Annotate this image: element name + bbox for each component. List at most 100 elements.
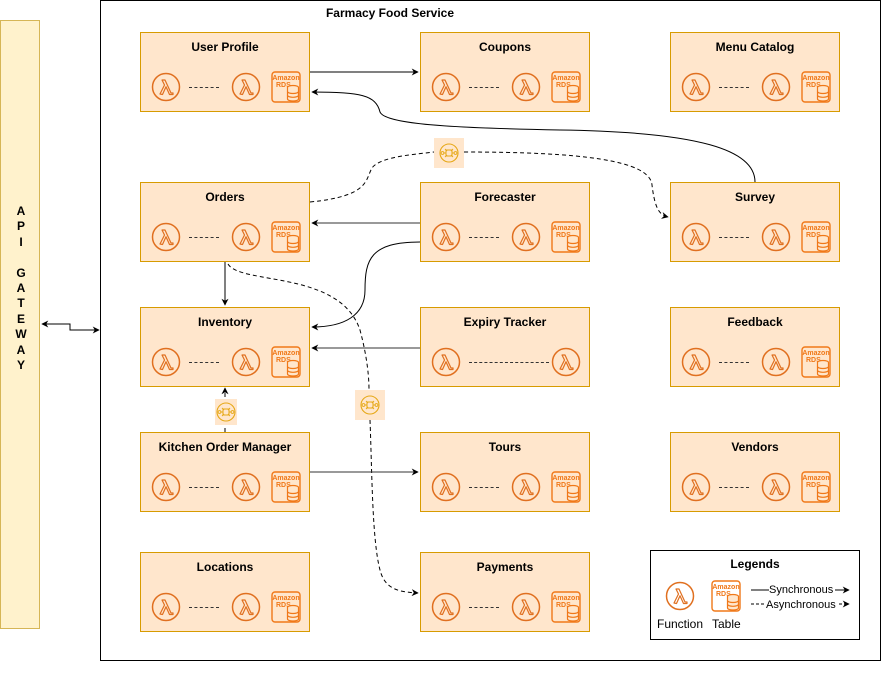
lambda-function-icon: [431, 592, 461, 622]
gateway-letter: I: [19, 234, 23, 249]
amazon-rds-table-icon: [551, 71, 581, 103]
message-queue-icon: [434, 138, 464, 168]
lambda-function-icon: [511, 72, 541, 102]
service-user-profile[interactable]: User Profile: [140, 32, 310, 112]
frame-title: Farmacy Food Service: [325, 6, 455, 20]
lambda-function-icon: [511, 222, 541, 252]
message-queue-icon: [355, 390, 385, 420]
message-queue-icon: [215, 399, 237, 425]
amazon-rds-table-icon: [801, 471, 831, 503]
service-title: Forecaster: [474, 190, 536, 204]
lambda-function-icon: [431, 222, 461, 252]
lambda-function-icon: [761, 347, 791, 377]
service-survey[interactable]: Survey: [670, 182, 840, 262]
lambda-function-icon: [511, 472, 541, 502]
service-menu-catalog[interactable]: Menu Catalog: [670, 32, 840, 112]
service-orders[interactable]: Orders: [140, 182, 310, 262]
amazon-rds-table-icon: [801, 71, 831, 103]
dashed-separator: [189, 237, 219, 238]
amazon-rds-table-icon: [551, 591, 581, 623]
api-gateway-label: A P I G A T E W A Y: [1, 204, 41, 373]
service-forecaster[interactable]: Forecaster: [420, 182, 590, 262]
lambda-function-icon: [431, 472, 461, 502]
lambda-function-icon: [681, 472, 711, 502]
service-title: Menu Catalog: [715, 40, 795, 54]
lambda-function-icon: [151, 592, 181, 622]
connector-gateway-service: [41, 320, 100, 334]
service-title: Coupons: [479, 40, 531, 54]
service-title: Orders: [205, 190, 245, 204]
dashed-separator: [189, 362, 219, 363]
lambda-function-icon: [231, 222, 261, 252]
amazon-rds-table-icon: [551, 471, 581, 503]
service-title: Vendors: [731, 440, 779, 454]
lambda-function-icon: [231, 472, 261, 502]
gateway-letter: [1, 250, 41, 265]
legend-box: Legends Function Table Synchronous Async…: [650, 550, 860, 640]
gateway-letter: P: [16, 219, 25, 234]
lambda-function-icon: [151, 472, 181, 502]
lambda-function-icon: [151, 347, 181, 377]
amazon-rds-table-icon: [271, 346, 301, 378]
service-coupons[interactable]: Coupons: [420, 32, 590, 112]
amazon-rds-table-icon: [801, 346, 831, 378]
gateway-letter: W: [15, 327, 27, 342]
lambda-function-icon: [681, 347, 711, 377]
dashed-separator: [189, 487, 219, 488]
lambda-function-icon: [551, 347, 581, 377]
service-title: Feedback: [727, 315, 783, 329]
service-title: Inventory: [197, 315, 252, 329]
dashed-separator: [719, 87, 749, 88]
service-title: Payments: [476, 560, 534, 574]
dashed-separator: [469, 237, 499, 238]
lambda-function-icon: [761, 72, 791, 102]
service-expiry-tracker[interactable]: Expiry Tracker: [420, 307, 590, 387]
amazon-rds-table-icon: [551, 221, 581, 253]
dashed-separator: [189, 607, 219, 608]
legend-function-label: Function: [657, 617, 704, 631]
service-title: Tours: [488, 440, 522, 454]
service-inventory[interactable]: Inventory: [140, 307, 310, 387]
gateway-letter: A: [16, 280, 26, 295]
amazon-rds-table-icon: [271, 71, 301, 103]
gateway-letter: Y: [16, 357, 25, 372]
lambda-function-icon: [665, 581, 695, 611]
gateway-letter: G: [16, 265, 26, 280]
service-title: User Profile: [191, 40, 259, 54]
lambda-function-icon: [151, 222, 181, 252]
lambda-function-icon: [231, 347, 261, 377]
dashed-separator: [189, 87, 219, 88]
dashed-separator: [469, 362, 549, 363]
service-vendors[interactable]: Vendors: [670, 432, 840, 512]
legend-async-label: Asynchronous: [766, 599, 836, 611]
service-kitchen-order-manager[interactable]: Kitchen Order Manager: [140, 432, 310, 512]
lambda-function-icon: [231, 72, 261, 102]
legend-table-label: Table: [712, 617, 741, 631]
legend-title: Legends: [730, 557, 780, 571]
dashed-separator: [469, 87, 499, 88]
service-tours[interactable]: Tours: [420, 432, 590, 512]
api-gateway[interactable]: A P I G A T E W A Y: [0, 20, 40, 629]
dashed-separator: [719, 237, 749, 238]
gateway-letter: E: [16, 311, 25, 326]
amazon-rds-table-icon: [271, 221, 301, 253]
service-title: Expiry Tracker: [463, 315, 547, 329]
gateway-letter: A: [16, 342, 26, 357]
legend-sync-label: Synchronous: [769, 584, 834, 596]
service-locations[interactable]: Locations: [140, 552, 310, 632]
amazon-rds-table-icon: [801, 221, 831, 253]
lambda-function-icon: [761, 222, 791, 252]
dashed-separator: [469, 607, 499, 608]
lambda-function-icon: [681, 222, 711, 252]
dashed-separator: [719, 487, 749, 488]
gateway-letter: T: [17, 296, 25, 311]
dashed-separator: [469, 487, 499, 488]
service-title: Survey: [734, 190, 776, 204]
service-payments[interactable]: Payments: [420, 552, 590, 632]
amazon-rds-table-icon: [271, 471, 301, 503]
service-feedback[interactable]: Feedback: [670, 307, 840, 387]
lambda-function-icon: [761, 472, 791, 502]
service-title: Kitchen Order Manager: [158, 440, 292, 454]
lambda-function-icon: [231, 592, 261, 622]
lambda-function-icon: [151, 72, 181, 102]
